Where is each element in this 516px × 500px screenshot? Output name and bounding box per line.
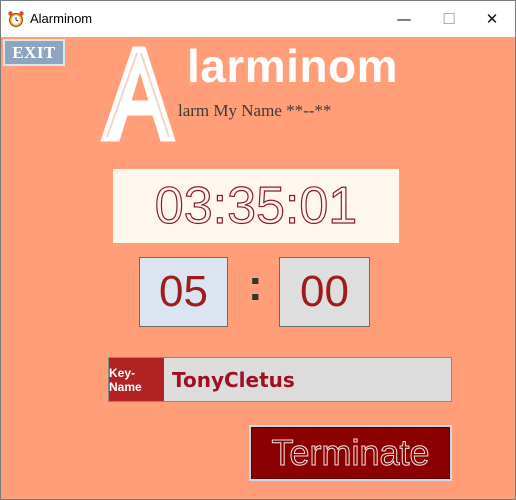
svg-text:A: A <box>138 91 139 94</box>
current-time-display: 03:35:01 <box>113 169 399 243</box>
time-separator: : <box>248 261 263 310</box>
title-bar[interactable]: Alarminom — ☐ ✕ <box>1 1 515 37</box>
logo-letter-a: A <box>100 46 176 142</box>
keyname-label: Key-Name <box>109 358 164 401</box>
current-time-text: 03:35:01 <box>154 176 358 235</box>
app-window: Alarminom — ☐ ✕ EXIT A larminom larm My … <box>0 0 516 500</box>
logo-wordmark: larminom <box>187 40 399 92</box>
alarm-clock-icon <box>8 11 24 27</box>
keyname-row: Key-Name <box>108 357 452 402</box>
window-title: Alarminom <box>30 11 93 26</box>
close-button[interactable]: ✕ <box>469 1 515 37</box>
terminate-button[interactable]: Terminate <box>249 425 452 481</box>
maximize-button[interactable]: ☐ <box>426 1 472 37</box>
main-content: EXIT A larminom larm My Name **--** 03:3… <box>1 37 515 497</box>
exit-button[interactable]: EXIT <box>3 39 65 66</box>
logo-subtitle: larm My Name **--** <box>178 101 332 120</box>
minimize-button[interactable]: — <box>381 1 427 37</box>
alarm-hours-field[interactable]: 05 <box>139 257 228 327</box>
keyname-input[interactable] <box>164 358 451 401</box>
alarm-minutes-field[interactable]: 00 <box>279 257 370 327</box>
